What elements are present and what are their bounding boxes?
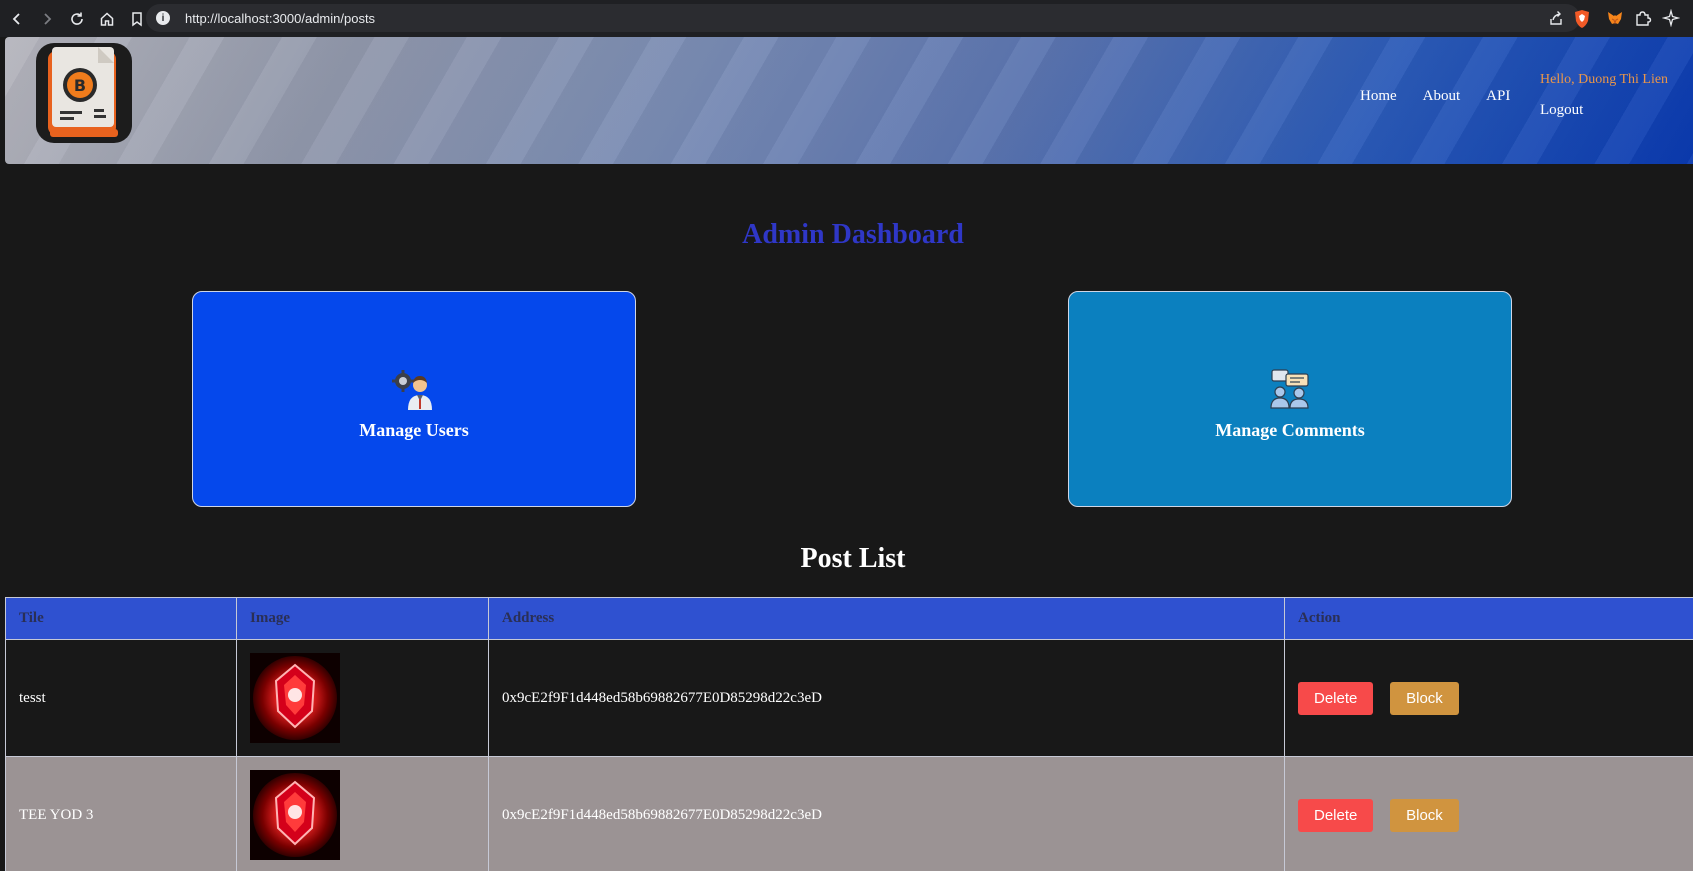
- column-header-title: Tile: [5, 597, 237, 640]
- delete-button[interactable]: Delete: [1298, 681, 1374, 715]
- home-icon[interactable]: [94, 6, 120, 32]
- brave-shield-icon[interactable]: [1573, 9, 1591, 29]
- post-address-cell: 0x9cE2f9F1d448ed58b69882677E0D85298d22c3…: [488, 756, 1285, 871]
- post-action-cell: Delete Block: [1284, 756, 1693, 871]
- post-title-cell: TEE YOD 3: [5, 756, 237, 871]
- nav-about-link[interactable]: About: [1423, 88, 1461, 105]
- url-text[interactable]: http://localhost:3000/admin/posts: [185, 11, 375, 26]
- back-icon[interactable]: [4, 6, 30, 32]
- address-bar[interactable]: i http://localhost:3000/admin/posts: [146, 4, 1580, 32]
- forward-icon[interactable]: [34, 6, 60, 32]
- manage-users-card[interactable]: Manage Users: [192, 291, 636, 507]
- post-image-cell: [236, 639, 489, 757]
- main-nav: Home About API: [1360, 88, 1510, 105]
- site-info-icon[interactable]: i: [156, 11, 170, 25]
- table-header-row: Tile Image Address Action: [5, 597, 1693, 640]
- logout-link[interactable]: Logout: [1540, 102, 1583, 119]
- user-greeting: Hello, Duong Thi Lien: [1540, 72, 1669, 87]
- browser-toolbar: i http://localhost:3000/admin/posts: [0, 0, 1693, 37]
- share-icon[interactable]: [1548, 10, 1564, 26]
- post-address-cell: 0x9cE2f9F1d448ed58b69882677E0D85298d22c3…: [488, 639, 1285, 757]
- extensions-puzzle-icon[interactable]: [1634, 9, 1652, 27]
- metamask-fox-icon[interactable]: [1606, 9, 1624, 27]
- table-row: tesst 0x9cE2f9F1d448ed58b69882677E0D8529…: [5, 639, 1693, 757]
- column-header-action: Action: [1284, 597, 1693, 640]
- nav-home-link[interactable]: Home: [1360, 88, 1397, 105]
- block-button[interactable]: Block: [1390, 681, 1459, 715]
- dashboard-title: Admin Dashboard: [742, 219, 964, 250]
- post-image-cell: [236, 756, 489, 871]
- column-header-image: Image: [236, 597, 489, 640]
- users-chat-icon: [1270, 368, 1309, 409]
- block-button[interactable]: Block: [1390, 798, 1459, 832]
- posts-table: Tile Image Address Action tesst 0x9cE2f9…: [5, 597, 1693, 871]
- post-list-title: Post List: [800, 543, 906, 574]
- table-row: TEE YOD 3 0x9cE2f9F1d448ed58b69882677E0D…: [5, 756, 1693, 871]
- sparkle-assistant-icon[interactable]: [1662, 9, 1680, 27]
- manage-comments-card[interactable]: Manage Comments: [1068, 291, 1512, 507]
- manage-users-label: Manage Users: [359, 419, 469, 440]
- delete-button[interactable]: Delete: [1298, 798, 1374, 832]
- column-header-address: Address: [488, 597, 1285, 640]
- user-settings-icon: [392, 369, 432, 410]
- bitcoin-document-logo[interactable]: B: [34, 41, 134, 145]
- site-header: B Home About API Hello, Duong Thi Lien L…: [5, 37, 1693, 164]
- red-gem-image[interactable]: [250, 770, 340, 860]
- svg-text:B: B: [74, 76, 86, 95]
- nav-api-link[interactable]: API: [1486, 88, 1510, 105]
- reload-icon[interactable]: [64, 6, 90, 32]
- post-action-cell: Delete Block: [1284, 639, 1693, 757]
- manage-comments-label: Manage Comments: [1215, 419, 1365, 440]
- post-title-cell: tesst: [5, 639, 237, 757]
- red-gem-image[interactable]: [250, 653, 340, 743]
